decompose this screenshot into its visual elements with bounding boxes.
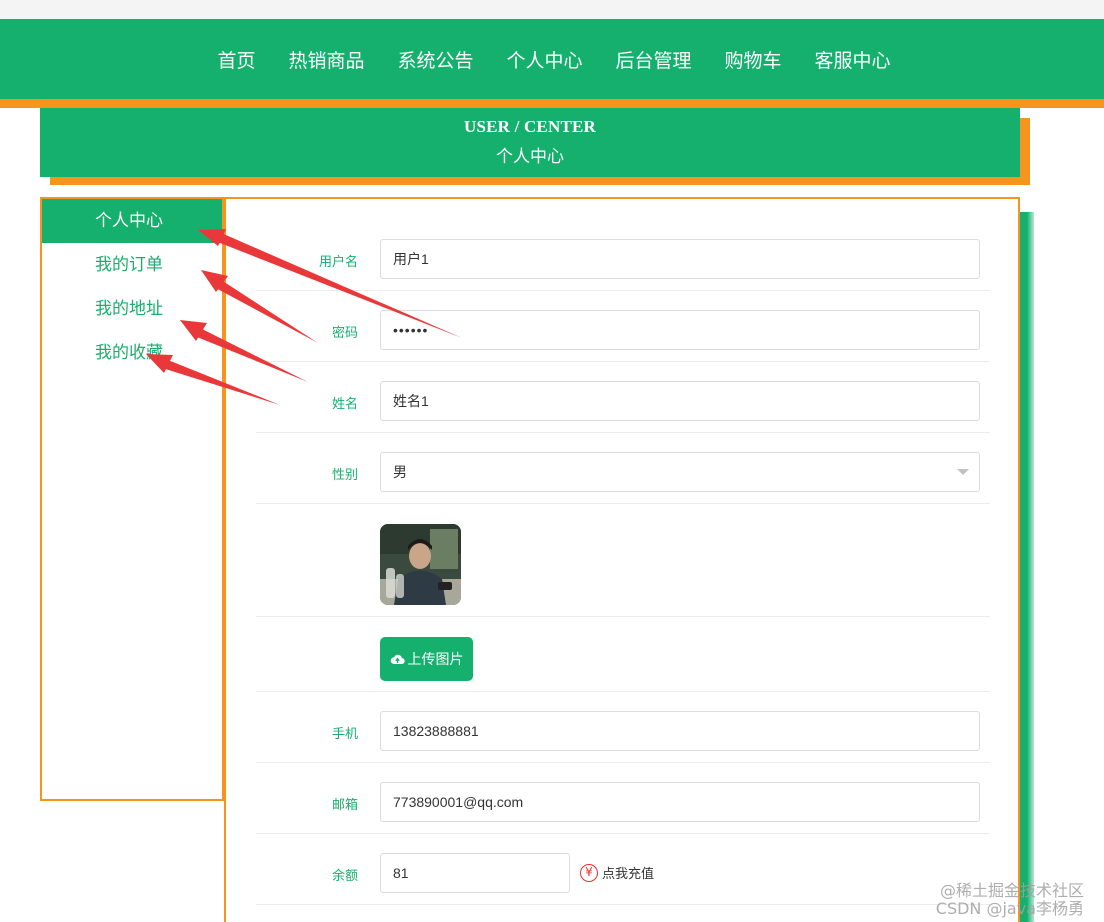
sidebar-item-favorites[interactable]: 我的收藏 — [42, 331, 222, 375]
form-row-username: 用户名 用户1 — [256, 229, 990, 291]
form-row-name: 姓名 姓名1 — [256, 362, 990, 433]
chevron-down-icon — [957, 469, 969, 475]
navbar-border — [0, 99, 1104, 108]
avatar — [380, 524, 461, 605]
username-label: 用户名 — [318, 255, 358, 270]
page-banner: USER / CENTER 个人中心 — [40, 108, 1020, 177]
nav-item-announcements[interactable]: 系统公告 — [397, 46, 473, 73]
content-shadow — [1020, 212, 1034, 922]
sidebar-item-user-center[interactable]: 个人中心 — [42, 199, 222, 243]
banner-title-en: USER / CENTER — [463, 117, 597, 136]
form-row-password: 密码 •••••• — [256, 291, 990, 362]
name-input[interactable]: 姓名1 — [380, 381, 980, 421]
nav-item-cart[interactable]: 购物车 — [725, 46, 782, 73]
profile-form-panel: 用户名 用户1 密码 •••••• 姓名 姓名1 性别 男 上传图片 手机 13… — [224, 197, 1020, 922]
password-input[interactable]: •••••• — [380, 310, 980, 350]
nav-item-user-center[interactable]: 个人中心 — [506, 46, 582, 73]
sidebar-item-orders[interactable]: 我的订单 — [42, 243, 222, 287]
cloud-upload-icon — [390, 654, 405, 665]
gender-select[interactable]: 男 — [380, 452, 980, 492]
form-row-phone: 手机 13823888881 — [256, 692, 990, 763]
form-row-email: 邮箱 773890001@qq.com — [256, 763, 990, 834]
phone-label: 手机 — [331, 727, 358, 742]
gender-select-value: 男 — [393, 464, 407, 480]
recharge-label: 点我充值 — [602, 867, 655, 882]
nav-item-home[interactable]: 首页 — [217, 46, 255, 73]
top-navbar: 首页 热销商品 系统公告 个人中心 后台管理 购物车 客服中心 — [0, 19, 1104, 99]
password-label: 密码 — [331, 326, 358, 341]
nav-item-customer-service[interactable]: 客服中心 — [815, 46, 891, 73]
upload-image-button[interactable]: 上传图片 — [380, 637, 473, 681]
nav-item-hot-products[interactable]: 热销商品 — [288, 46, 364, 73]
email-label: 邮箱 — [331, 798, 358, 813]
gender-label: 性别 — [331, 468, 358, 483]
name-label: 姓名 — [331, 397, 358, 412]
top-strip — [0, 0, 1104, 19]
nav-item-admin[interactable]: 后台管理 — [616, 46, 692, 73]
form-row-avatar — [256, 504, 990, 617]
form-row-gender: 性别 男 — [256, 433, 990, 504]
sidebar: 个人中心 我的订单 我的地址 我的收藏 — [40, 197, 224, 801]
nav-list: 首页 热销商品 系统公告 个人中心 后台管理 购物车 客服中心 — [0, 19, 1104, 99]
phone-input[interactable]: 13823888881 — [380, 711, 980, 751]
balance-input: 81 — [380, 853, 570, 893]
recharge-link[interactable]: ¥ 点我充值 — [580, 863, 654, 882]
form-row-balance: 余额 81 ¥ 点我充值 — [256, 834, 990, 905]
form-row-upload: 上传图片 — [256, 617, 990, 692]
username-input[interactable]: 用户1 — [380, 239, 980, 279]
balance-label: 余额 — [331, 869, 358, 884]
sidebar-item-addresses[interactable]: 我的地址 — [42, 287, 222, 331]
watermark-line-2: CSDN @java李杨勇 — [935, 899, 1084, 918]
email-input[interactable]: 773890001@qq.com — [380, 782, 980, 822]
yen-icon: ¥ — [580, 863, 598, 882]
upload-button-label: 上传图片 — [407, 652, 464, 668]
banner-title-cn: 个人中心 — [496, 147, 564, 167]
